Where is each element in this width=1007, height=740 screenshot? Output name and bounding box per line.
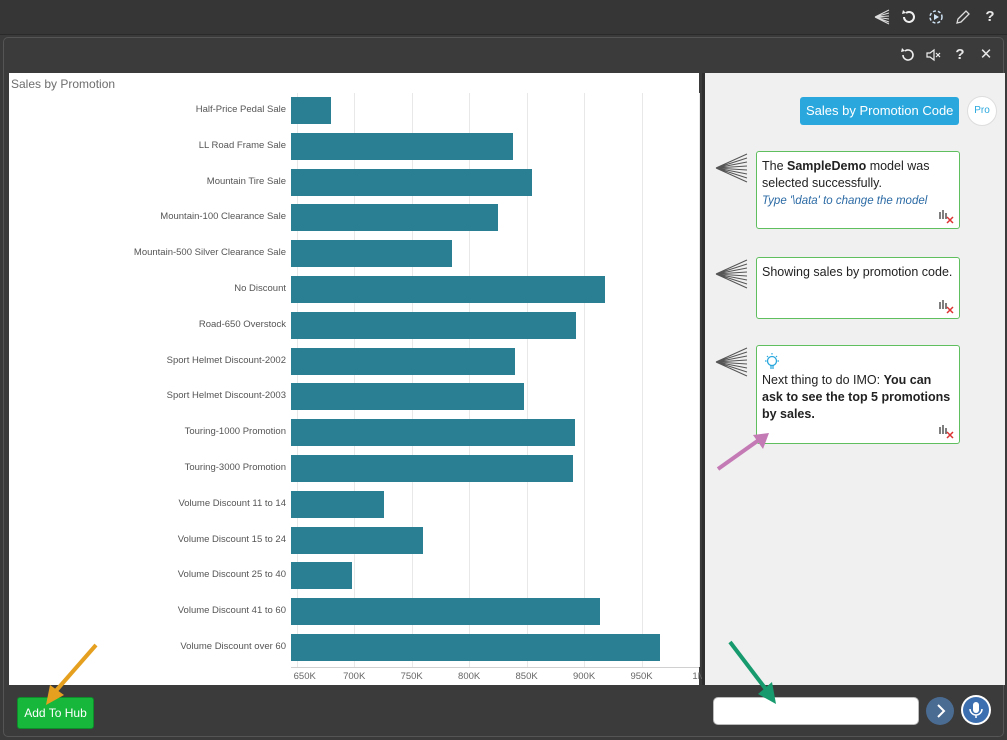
orange-arrow-icon <box>46 643 98 705</box>
microphone-button[interactable] <box>961 695 991 725</box>
model-name: SampleDemo <box>787 159 867 173</box>
hub-logo-icon[interactable] <box>873 8 891 26</box>
category-label: Road-650 Overstock <box>198 318 286 330</box>
feedback-icon[interactable] <box>938 298 954 314</box>
bar[interactable] <box>291 526 424 554</box>
x-tick-label: 850K <box>515 671 538 682</box>
bar[interactable] <box>291 455 573 482</box>
chevron-right-icon <box>937 704 946 718</box>
bar[interactable] <box>291 240 452 268</box>
window-tools: ? ✕ <box>899 46 995 64</box>
feedback-icon[interactable] <box>938 423 954 439</box>
mute-icon[interactable] <box>925 46 943 64</box>
bar[interactable] <box>291 204 498 232</box>
category-label: LL Road Frame Sale <box>198 139 286 151</box>
bot-avatar-icon <box>715 259 749 289</box>
teal-arrow-icon <box>728 640 776 704</box>
help-icon[interactable]: ? <box>951 46 969 64</box>
msg3-pre: Next thing to do IMO: <box>762 373 884 387</box>
gridline <box>641 93 643 667</box>
pink-arrow-icon <box>716 433 769 471</box>
bot-avatar-icon <box>715 153 749 183</box>
chat-panel: Sales by Promotion Code Pro The SampleDe… <box>702 73 1005 685</box>
x-axis <box>291 667 699 668</box>
x-tick-label: 700K <box>343 671 366 682</box>
reset-icon[interactable] <box>899 46 917 64</box>
top-toolbar: ? <box>0 0 1007 35</box>
close-icon[interactable]: ✕ <box>977 46 995 64</box>
x-tick-label: 950K <box>630 671 653 682</box>
model-hint: Type '\data' to change the model <box>762 195 928 207</box>
x-tick-label: 800K <box>458 671 481 682</box>
top-toolbar-tools: ? <box>873 8 999 26</box>
category-label: Volume Discount 11 to 14 <box>178 497 286 509</box>
bar[interactable] <box>291 634 660 661</box>
category-label: Volume Discount over 60 <box>180 641 286 652</box>
gridline <box>699 93 700 667</box>
bar[interactable] <box>291 490 385 518</box>
bar[interactable] <box>291 132 513 160</box>
chart-title: Sales by Promotion <box>11 77 116 91</box>
edit-icon[interactable] <box>954 8 972 26</box>
user-message-bubble: Sales by Promotion Code <box>800 97 960 125</box>
bot-avatar-icon <box>715 347 749 377</box>
msg1-pre: The <box>762 159 788 173</box>
category-label: Volume Discount 41 to 60 <box>177 605 286 617</box>
bot-suggestion-bubble: Next thing to do IMO: You can ask to see… <box>756 345 960 444</box>
bar[interactable] <box>291 419 575 447</box>
category-label: Volume Discount 15 to 24 <box>177 533 286 545</box>
help-icon[interactable]: ? <box>981 8 999 26</box>
bar[interactable] <box>291 347 516 375</box>
feedback-icon[interactable] <box>938 208 954 224</box>
category-label: Sport Helmet Discount-2003 <box>166 390 286 402</box>
bottom-bar: Add To Hub <box>4 686 1005 738</box>
replay-icon[interactable] <box>927 8 945 26</box>
msg2-text: Showing sales by promotion code. <box>762 265 953 279</box>
bot-message-bubble: Showing sales by promotion code. <box>756 257 960 319</box>
bot-message-bubble: The SampleDemo model was selected succes… <box>756 151 960 229</box>
category-label: Mountain Tire Sale <box>206 175 286 187</box>
category-label: Touring-1000 Promotion <box>184 426 286 438</box>
user-avatar: Pro <box>967 96 997 126</box>
lightbulb-icon <box>762 352 954 372</box>
microphone-icon <box>963 697 989 723</box>
refresh-icon[interactable] <box>900 8 918 26</box>
bar[interactable] <box>291 276 605 303</box>
category-label: Half-Price Pedal Sale <box>195 104 286 115</box>
x-tick-label: 650K <box>293 671 316 682</box>
assistant-window: ? ✕ Sales by Promotion 650K 700K 750K 800K 8… <box>3 37 1005 738</box>
bar[interactable] <box>291 97 332 124</box>
bar[interactable] <box>291 598 601 626</box>
bar[interactable] <box>291 311 577 339</box>
category-label: Touring-3000 Promotion <box>184 462 286 473</box>
send-button[interactable] <box>926 697 954 725</box>
chart-panel: Sales by Promotion 650K 700K 750K 800K 850K 9… <box>9 73 706 685</box>
bar[interactable] <box>291 383 525 411</box>
category-label: Mountain-500 Silver Clearance Sale <box>133 247 286 259</box>
bar[interactable] <box>291 168 533 196</box>
x-tick-label: 900K <box>572 671 596 682</box>
category-label: Mountain-100 Clearance Sale <box>160 211 286 223</box>
category-label: No Discount <box>234 283 286 294</box>
bar[interactable] <box>291 562 352 590</box>
x-tick-label: 750K <box>400 671 423 682</box>
category-label: Sport Helmet Discount-2002 <box>166 354 286 366</box>
gridline <box>584 93 586 667</box>
category-label: Volume Discount 25 to 40 <box>177 569 286 581</box>
